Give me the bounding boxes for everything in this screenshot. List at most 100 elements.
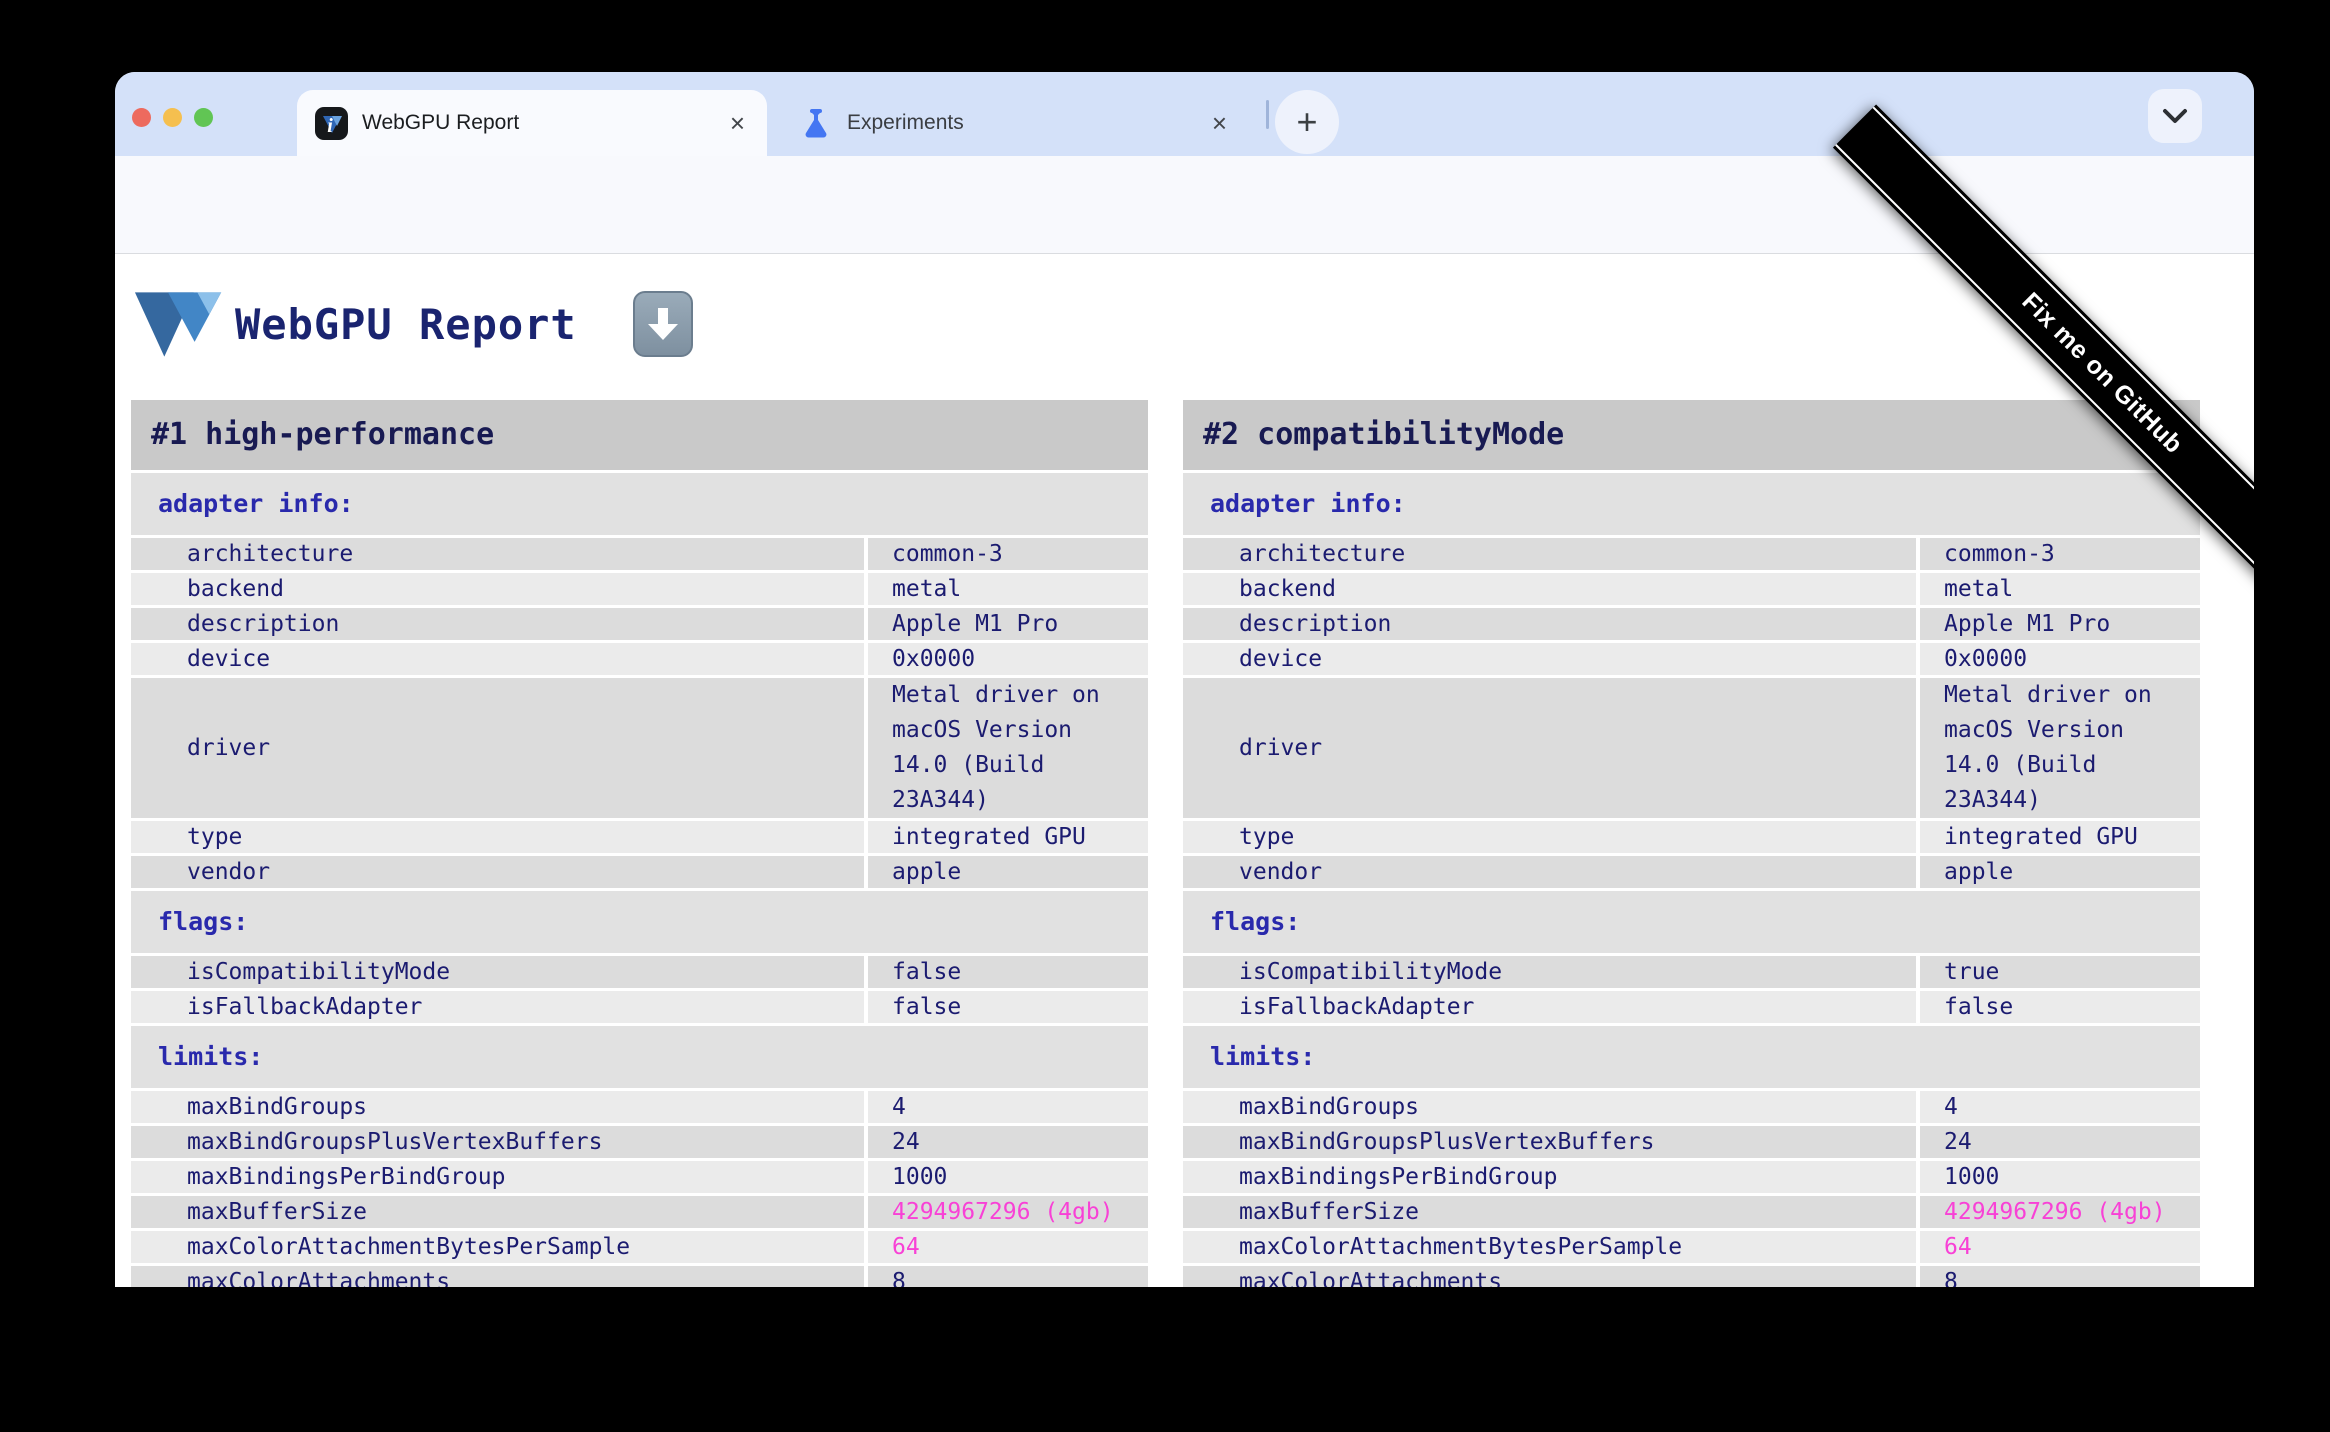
webgpu-report-favicon-icon: i <box>315 106 348 140</box>
row-value: Apple M1 Pro <box>868 608 1148 640</box>
table-row: backend metal <box>131 573 1148 605</box>
row-value: 24 <box>1920 1126 2200 1158</box>
zoom-window-button[interactable] <box>194 108 213 127</box>
row-value: 4 <box>868 1091 1148 1123</box>
row-value: 4 <box>1920 1091 2200 1123</box>
tab-webgpu-report[interactable]: i WebGPU Report × <box>297 90 767 156</box>
row-key: maxBindGroupsPlusVertexBuffers <box>1183 1126 1916 1158</box>
table-row: description Apple M1 Pro <box>1183 608 2200 640</box>
row-value: 0x0000 <box>1920 643 2200 675</box>
table-row: maxBindGroups 4 <box>131 1091 1148 1123</box>
page-title: WebGPU Report <box>235 299 577 349</box>
row-key: maxColorAttachmentBytesPerSample <box>1183 1231 1916 1263</box>
browser-window: i WebGPU Report × Experiments × + WebGPU… <box>115 72 2254 1287</box>
table-row: driver Metal driver on macOS Version 14.0… <box>131 678 1148 818</box>
row-key: maxBindingsPerBindGroup <box>131 1161 864 1193</box>
table-row: maxBindGroupsPlusVertexBuffers 24 <box>131 1126 1148 1158</box>
svg-text:i: i <box>327 115 333 137</box>
table-row: maxColorAttachmentBytesPerSample 64 <box>131 1231 1148 1263</box>
row-value: metal <box>868 573 1148 605</box>
table-row: backend metal <box>1183 573 2200 605</box>
table-row: driver Metal driver on macOS Version 14.0… <box>1183 678 2200 818</box>
row-value: common-3 <box>1920 538 2200 570</box>
row-key: type <box>1183 821 1916 853</box>
row-key: architecture <box>1183 538 1916 570</box>
row-value: Metal driver on macOS Version 14.0 (Buil… <box>1920 678 2200 818</box>
row-value: Apple M1 Pro <box>1920 608 2200 640</box>
row-key: description <box>1183 608 1916 640</box>
row-value: apple <box>1920 856 2200 888</box>
row-value: 64 <box>868 1231 1148 1263</box>
row-key: maxBindGroups <box>1183 1091 1916 1123</box>
section-heading: limits: <box>1183 1026 2200 1088</box>
row-value: metal <box>1920 573 2200 605</box>
row-value: false <box>1920 991 2200 1023</box>
row-key: isFallbackAdapter <box>1183 991 1916 1023</box>
tab-title: Experiments <box>847 111 964 134</box>
table-row: maxColorAttachmentBytesPerSample 64 <box>1183 1231 2200 1263</box>
download-report-button[interactable] <box>632 291 693 357</box>
section-heading: adapter info: <box>1183 473 2200 535</box>
table-row: device 0x0000 <box>131 643 1148 675</box>
row-value: integrated GPU <box>1920 821 2200 853</box>
tab-strip: i WebGPU Report × Experiments × + <box>115 72 2254 156</box>
row-value: 4294967296 (4gb) <box>868 1196 1148 1228</box>
row-key: maxColorAttachments <box>1183 1266 1916 1287</box>
row-value: 8 <box>1920 1266 2200 1287</box>
row-key: backend <box>1183 573 1916 605</box>
row-value: 8 <box>868 1266 1148 1287</box>
row-value: integrated GPU <box>868 821 1148 853</box>
row-value: 64 <box>1920 1231 2200 1263</box>
table-row: maxBindingsPerBindGroup 1000 <box>1183 1161 2200 1193</box>
row-key: description <box>131 608 864 640</box>
section-heading: flags: <box>1183 891 2200 953</box>
table-row: maxBindingsPerBindGroup 1000 <box>131 1161 1148 1193</box>
table-row: description Apple M1 Pro <box>131 608 1148 640</box>
webgpu-logo-icon <box>134 292 222 357</box>
table-row: maxBufferSize 4294967296 (4gb) <box>131 1196 1148 1228</box>
row-key: maxColorAttachmentBytesPerSample <box>131 1231 864 1263</box>
section-heading: adapter info: <box>131 473 1148 535</box>
new-tab-button[interactable]: + <box>1275 90 1339 154</box>
row-key: maxBindingsPerBindGroup <box>1183 1161 1916 1193</box>
table-row: maxBindGroups 4 <box>1183 1091 2200 1123</box>
row-key: vendor <box>131 856 864 888</box>
row-value: Metal driver on macOS Version 14.0 (Buil… <box>868 678 1148 818</box>
close-window-button[interactable] <box>132 108 151 127</box>
row-key: maxBindGroupsPlusVertexBuffers <box>131 1126 864 1158</box>
tab-experiments[interactable]: Experiments × <box>777 90 1255 156</box>
adapter-table-2: #2 compatibilityMode adapter info: archit… <box>1183 400 2200 1287</box>
table-row: isCompatibilityMode false <box>131 956 1148 988</box>
section-heading: flags: <box>131 891 1148 953</box>
row-key: isFallbackAdapter <box>131 991 864 1023</box>
tab-search-button[interactable] <box>2148 89 2202 143</box>
row-value: 24 <box>868 1126 1148 1158</box>
row-key: isCompatibilityMode <box>131 956 864 988</box>
adapter-table-1: #1 high-performance adapter info: archite… <box>131 400 1148 1287</box>
adapter-tables: #1 high-performance adapter info: archite… <box>131 400 2200 1287</box>
row-key: maxColorAttachments <box>131 1266 864 1287</box>
row-value: true <box>1920 956 2200 988</box>
table-row: type integrated GPU <box>131 821 1148 853</box>
download-arrow-icon <box>647 308 678 340</box>
row-value: 4294967296 (4gb) <box>1920 1196 2200 1228</box>
window-controls <box>132 108 213 127</box>
table-row: maxBufferSize 4294967296 (4gb) <box>1183 1196 2200 1228</box>
table-row: architecture common-3 <box>131 538 1148 570</box>
close-tab-icon[interactable]: × <box>726 106 749 140</box>
row-value: apple <box>868 856 1148 888</box>
table-row: device 0x0000 <box>1183 643 2200 675</box>
adapter-heading: #1 high-performance <box>131 400 1148 470</box>
row-value: 1000 <box>868 1161 1148 1193</box>
row-key: driver <box>1183 678 1916 818</box>
minimize-window-button[interactable] <box>163 108 182 127</box>
page-content: WebGPU Report #1 high-performance adapte… <box>115 254 2254 1287</box>
close-tab-icon[interactable]: × <box>1208 106 1231 140</box>
row-key: architecture <box>131 538 864 570</box>
row-key: type <box>131 821 864 853</box>
table-row: maxBindGroupsPlusVertexBuffers 24 <box>1183 1126 2200 1158</box>
row-key: maxBufferSize <box>1183 1196 1916 1228</box>
table-row: isFallbackAdapter false <box>1183 991 2200 1023</box>
tab-separator <box>1266 100 1269 129</box>
row-key: isCompatibilityMode <box>1183 956 1916 988</box>
